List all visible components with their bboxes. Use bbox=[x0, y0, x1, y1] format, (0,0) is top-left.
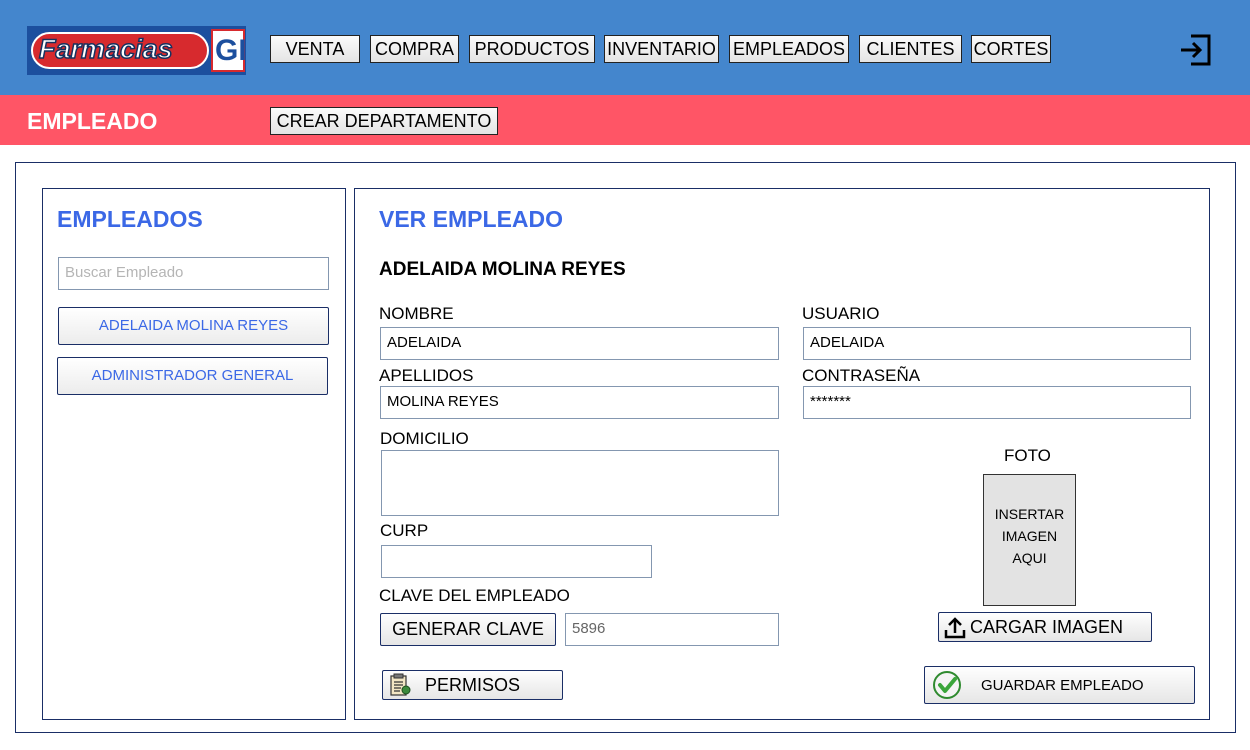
nav-inventario[interactable]: INVENTARIO bbox=[604, 35, 719, 63]
apellidos-label: APELLIDOS bbox=[379, 366, 474, 385]
upload-icon bbox=[944, 617, 966, 639]
create-department-button[interactable]: CREAR DEPARTAMENTO bbox=[270, 107, 498, 135]
apellidos-field[interactable]: MOLINA REYES bbox=[380, 386, 779, 419]
employee-key-field[interactable]: 5896 bbox=[565, 613, 779, 646]
nav-empleados[interactable]: EMPLEADOS bbox=[729, 35, 849, 63]
nav-cortes[interactable]: CORTES bbox=[971, 35, 1051, 63]
usuario-field[interactable]: ADELAIDA bbox=[803, 327, 1191, 360]
logout-icon[interactable] bbox=[1178, 33, 1212, 67]
logo-mark: GI bbox=[211, 29, 247, 72]
checkmark-icon bbox=[933, 671, 961, 699]
nav-productos[interactable]: PRODUCTOS bbox=[469, 35, 595, 63]
logo-mark-text: GI bbox=[215, 34, 247, 67]
domicilio-label: DOMICILIO bbox=[380, 429, 469, 448]
permissions-icon bbox=[390, 673, 411, 696]
nav-clientes[interactable]: CLIENTES bbox=[859, 35, 962, 63]
photo-placeholder-line: INSERTAR bbox=[994, 506, 1065, 522]
nav-compra[interactable]: COMPRA bbox=[370, 35, 459, 63]
nav-venta[interactable]: VENTA bbox=[270, 35, 360, 63]
section-bar bbox=[0, 95, 1250, 145]
employee-name: ADELAIDA MOLINA REYES bbox=[379, 259, 626, 280]
contrasena-label: CONTRASEÑA bbox=[802, 366, 921, 385]
farmacias-logo[interactable]: Farmacias GI bbox=[27, 26, 247, 75]
curp-field[interactable] bbox=[381, 545, 652, 578]
photo-placeholder[interactable]: INSERTAR IMAGEN AQUI bbox=[983, 474, 1076, 606]
usuario-label: USUARIO bbox=[802, 304, 880, 323]
curp-label: CURP bbox=[380, 521, 429, 540]
password-field[interactable]: ******* bbox=[803, 386, 1191, 419]
view-employee-heading: VER EMPLEADO bbox=[379, 206, 564, 232]
domicilio-field[interactable] bbox=[381, 450, 779, 516]
page-title: EMPLEADO bbox=[27, 108, 158, 134]
employee-list-item-administrador[interactable]: ADMINISTRADOR GENERAL bbox=[57, 357, 328, 395]
permissions-button[interactable]: PERMISOS bbox=[382, 670, 563, 700]
top-bar: Farmacias GI VENTA COMPRA PRODUCTOS INVE… bbox=[0, 0, 1250, 95]
employees-heading: EMPLEADOS bbox=[57, 206, 203, 232]
save-employee-label: GUARDAR EMPLEADO bbox=[981, 677, 1144, 694]
upload-image-button[interactable]: CARGAR IMAGEN bbox=[938, 612, 1152, 642]
permissions-label: PERMISOS bbox=[425, 675, 521, 695]
clave-label: CLAVE DEL EMPLEADO bbox=[379, 586, 570, 605]
photo-placeholder-line: AQUI bbox=[1012, 550, 1047, 566]
photo-label: FOTO bbox=[1004, 446, 1051, 465]
nombre-label: NOMBRE bbox=[379, 304, 454, 323]
generate-key-button[interactable]: GENERAR CLAVE bbox=[380, 613, 556, 646]
nombre-field[interactable]: ADELAIDA bbox=[380, 327, 779, 360]
upload-image-label: CARGAR IMAGEN bbox=[970, 617, 1124, 637]
employee-list-item-adelaida[interactable]: ADELAIDA MOLINA REYES bbox=[58, 307, 329, 345]
photo-placeholder-line: IMAGEN bbox=[1001, 528, 1058, 544]
employee-search-input[interactable]: Buscar Empleado bbox=[58, 257, 329, 290]
save-employee-button[interactable]: GUARDAR EMPLEADO bbox=[924, 666, 1195, 704]
logo-wordmark: Farmacias bbox=[38, 33, 173, 65]
